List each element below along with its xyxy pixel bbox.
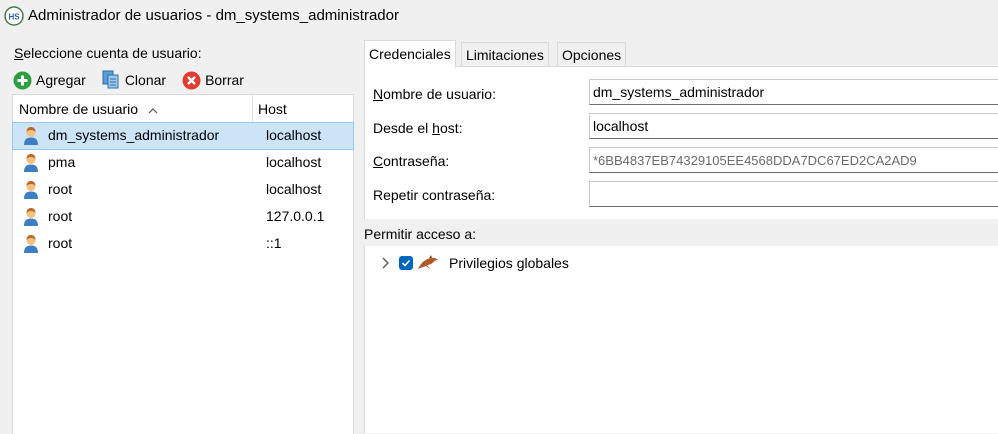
add-icon [13, 71, 32, 89]
user-host: 127.0.0.1 [266, 208, 325, 224]
column-header-username[interactable]: Nombre de usuario [19, 101, 158, 117]
user-row[interactable]: dm_systems_administrador localhost [12, 122, 354, 150]
user-row[interactable]: root localhost [13, 177, 353, 203]
user-host: ::1 [266, 235, 282, 251]
user-row[interactable]: pma localhost [13, 150, 353, 176]
delete-icon [182, 71, 201, 89]
user-icon [24, 127, 38, 145]
password-field[interactable]: *6BB4837EB74329105EE4568DDA7DC67ED2CA2AD… [589, 147, 998, 173]
list-header: Nombre de usuario Host [13, 95, 353, 123]
user-icon [24, 208, 38, 226]
user-icon [24, 235, 38, 253]
credentials-panel: Nombre de usuario: dm_systems_administra… [364, 66, 998, 219]
repeat-password-label: Repetir contraseña: [373, 187, 496, 203]
user-icon [24, 181, 38, 199]
dolphin-icon [418, 255, 438, 269]
user-name: root [48, 235, 73, 251]
user-name: pma [48, 154, 76, 170]
user-row[interactable]: root 127.0.0.1 [13, 204, 353, 230]
host-field[interactable]: localhost [589, 113, 998, 139]
user-icon [24, 154, 38, 172]
user-toolbar: Agregar Clonar Borrar [13, 70, 260, 90]
user-name: dm_systems_administrador [48, 127, 220, 143]
window-title: Administrador de usuarios - dm_systems_a… [28, 7, 399, 24]
password-label: Contraseña: [373, 153, 450, 169]
sort-ascending-icon [148, 108, 158, 114]
username-label: Nombre de usuario: [373, 86, 496, 102]
global-privileges-label: Privilegios globales [449, 255, 569, 271]
user-host: localhost [266, 127, 322, 143]
user-host: localhost [266, 181, 322, 197]
app-icon-text: HS [8, 13, 20, 22]
tree-item-global-privileges[interactable]: Privilegios globales [379, 253, 569, 273]
checkmark-icon [401, 259, 411, 267]
global-privileges-checkbox[interactable] [399, 256, 413, 270]
privileges-tree: Privilegios globales [364, 246, 998, 433]
title-bar: HS Administrador de usuarios - dm_system… [0, 0, 998, 32]
tab-credentials[interactable]: Credenciales [364, 40, 456, 68]
user-row[interactable]: root ::1 [13, 231, 353, 257]
user-list[interactable]: Nombre de usuario Host dm_systems_admini… [12, 94, 354, 434]
chevron-right-icon[interactable] [379, 256, 393, 270]
clone-user-label: Clonar [124, 72, 167, 88]
username-field[interactable]: dm_systems_administrador [589, 79, 998, 105]
user-name: root [48, 208, 73, 224]
clone-user-button[interactable]: Clonar [102, 70, 166, 90]
tab-limits[interactable]: Limitaciones [461, 42, 549, 67]
column-header-host[interactable]: Host [258, 101, 287, 117]
app-icon: HS [4, 6, 24, 26]
delete-user-label: Borrar [205, 72, 244, 88]
add-user-label: Agregar [36, 72, 86, 88]
repeat-password-field[interactable] [589, 181, 998, 207]
allow-access-label: Permitir acceso a: [364, 226, 477, 242]
host-label: Desde el host: [373, 120, 463, 136]
user-name: root [48, 181, 73, 197]
column-divider[interactable] [252, 95, 253, 122]
select-account-label: Seleccione cuenta de usuario: [14, 45, 202, 61]
user-host: localhost [266, 154, 322, 170]
delete-user-button[interactable]: Borrar [182, 71, 244, 90]
tab-ssl-options[interactable]: Opciones SSL [557, 42, 627, 87]
clone-icon [102, 70, 119, 89]
add-user-button[interactable]: Agregar [13, 71, 86, 90]
